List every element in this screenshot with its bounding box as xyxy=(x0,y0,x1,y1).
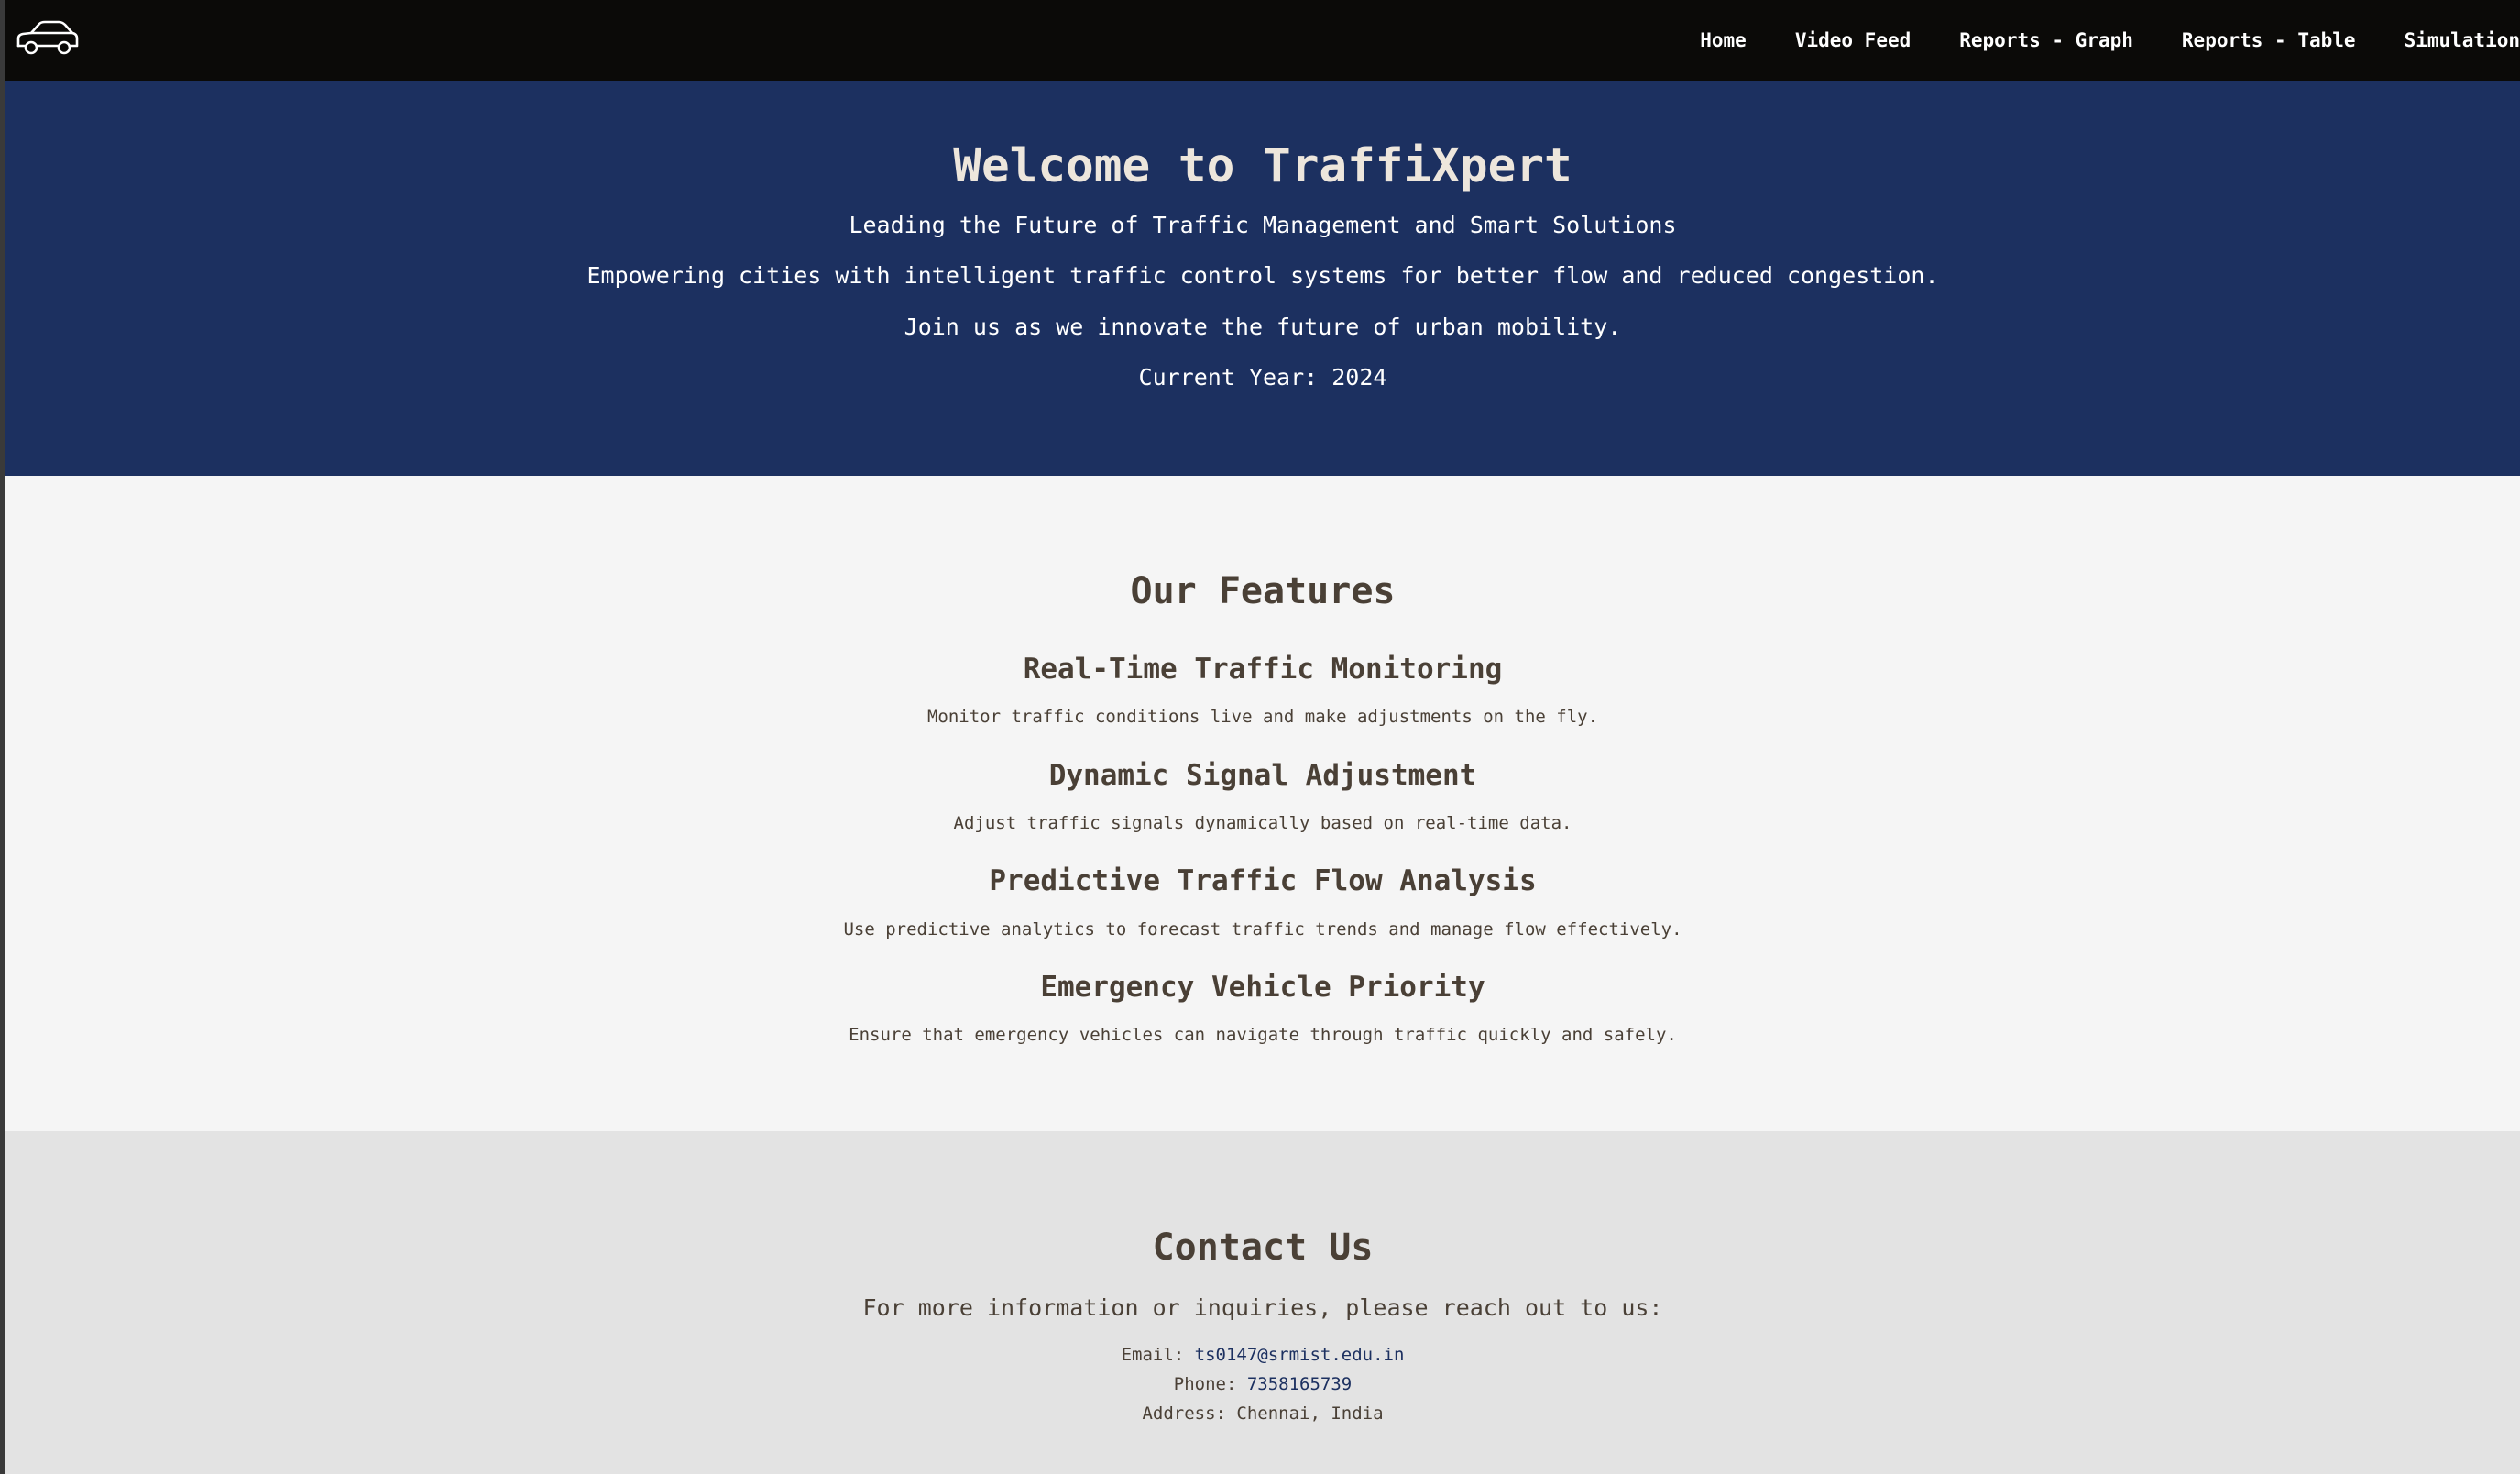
hero-text-2: Join us as we innovate the future of urb… xyxy=(904,314,1622,340)
phone-link[interactable]: 7358165739 xyxy=(1247,1374,1352,1394)
hero-title: Welcome to TraffiXpert xyxy=(953,139,1572,193)
contact-section: Contact Us For more information or inqui… xyxy=(5,1131,2520,1474)
current-year: Current Year: 2024 xyxy=(1138,364,1387,390)
feature-desc: Use predictive analytics to forecast tra… xyxy=(843,919,1682,940)
nav-links: Home Video Feed Reports - Graph Reports … xyxy=(1651,0,2520,81)
contact-address: Address: Chennai, India xyxy=(5,1402,2520,1425)
email-link[interactable]: ts0147@srmist.edu.in xyxy=(1195,1345,1405,1365)
address-label: Address: xyxy=(1142,1403,1237,1424)
address-value: Chennai, India xyxy=(1236,1403,1384,1424)
nav-link-video-feed[interactable]: Video Feed xyxy=(1795,29,1911,51)
features-title: Our Features xyxy=(1130,570,1396,612)
page: Home Video Feed Reports - Graph Reports … xyxy=(5,0,2520,1474)
feature-desc: Ensure that emergency vehicles can navig… xyxy=(849,1025,1677,1045)
contact-title: Contact Us xyxy=(1152,1226,1374,1269)
navbar: Home Video Feed Reports - Graph Reports … xyxy=(5,0,2520,81)
contact-intro: For more information or inquiries, pleas… xyxy=(862,1294,1663,1321)
feature-desc: Adjust traffic signals dynamically based… xyxy=(953,813,1572,833)
features-section: Our Features Real-Time Traffic Monitorin… xyxy=(5,476,2520,1131)
feature-title: Dynamic Signal Adjustment xyxy=(1048,759,1477,792)
contact-email: Email: ts0147@srmist.edu.in xyxy=(5,1343,2520,1367)
car-icon[interactable] xyxy=(15,18,81,59)
email-label: Email: xyxy=(1121,1345,1195,1365)
feature-title: Emergency Vehicle Priority xyxy=(1040,971,1485,1004)
hero-text-1: Empowering cities with intelligent traff… xyxy=(586,262,1939,289)
nav-link-reports-table[interactable]: Reports - Table xyxy=(2182,29,2356,51)
feature-title: Predictive Traffic Flow Analysis xyxy=(989,864,1537,897)
hero-section: Welcome to TraffiXpert Leading the Futur… xyxy=(5,81,2520,476)
nav-link-reports-graph[interactable]: Reports - Graph xyxy=(1959,29,2133,51)
feature-desc: Monitor traffic conditions live and make… xyxy=(926,707,1599,727)
nav-link-home[interactable]: Home xyxy=(1700,29,1747,51)
hero-subtitle: Leading the Future of Traffic Management… xyxy=(849,212,1677,238)
phone-label: Phone: xyxy=(1173,1374,1247,1394)
contact-phone: Phone: 7358165739 xyxy=(5,1372,2520,1396)
nav-link-simulation[interactable]: Simulation xyxy=(2405,29,2520,51)
feature-title: Real-Time Traffic Monitoring xyxy=(1023,653,1503,686)
